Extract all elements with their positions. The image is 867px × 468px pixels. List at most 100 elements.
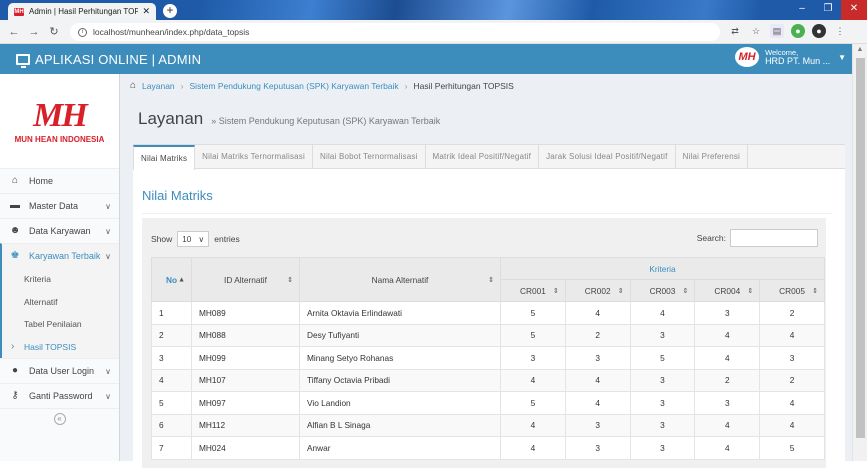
sidebar-item-data-karyawan[interactable]: ☻ Data Karyawan ∨: [0, 218, 119, 243]
cell-cr005: 5: [759, 436, 825, 460]
star-icon[interactable]: ☆: [749, 24, 763, 38]
page-subtitle: » Sistem Pendukung Keputusan (SPK) Karya…: [211, 116, 441, 126]
browser-tab-bar: MH Admin | Hasil Perhitungan TOPSIS ✕ + …: [0, 0, 867, 20]
scroll-up-icon[interactable]: ▲: [853, 44, 867, 56]
app-title: APLIKASI ONLINE | ADMIN: [35, 51, 202, 67]
tab-matrik-ideal[interactable]: Matrik Ideal Positif/Negatif: [426, 145, 540, 168]
cell-cr003: 3: [629, 368, 696, 392]
header-label: CR005: [779, 285, 805, 296]
table-row: 2 MH088 Desy Tufiyanti 5 2 3 4 4: [151, 323, 825, 347]
search-input[interactable]: [730, 229, 818, 247]
pdf-extension-icon[interactable]: ▤: [770, 24, 784, 38]
breadcrumb-separator: ›: [180, 80, 184, 91]
submenu-item-hasil-topsis[interactable]: Hasil TOPSIS: [0, 335, 119, 358]
header-label: No: [165, 274, 178, 285]
cell-cr002: 4: [564, 368, 631, 392]
header-label: CR004: [714, 285, 741, 296]
entries-value: 10: [182, 234, 192, 244]
browser-tab[interactable]: MH Admin | Hasil Perhitungan TOPSIS ✕: [8, 3, 156, 20]
folder-icon: ▬: [10, 200, 20, 211]
submenu-item-kriteria[interactable]: Kriteria: [0, 268, 119, 291]
sidebar-collapse[interactable]: «: [0, 408, 119, 428]
cell-cr001: 3: [500, 346, 566, 370]
monitor-icon: [16, 53, 30, 68]
sidebar-item-karyawan-terbaik[interactable]: ♚ Karyawan Terbaik ∨: [0, 243, 119, 268]
submenu-item-tabel-penilaian[interactable]: Tabel Penilaian: [0, 313, 119, 336]
sort-asc-icon: ▲: [178, 276, 185, 283]
chevron-down-icon: ∨: [198, 234, 205, 244]
column-header-criterion[interactable]: CR005 ⇕: [759, 279, 825, 302]
chevron-down-icon: ∨: [105, 366, 111, 376]
sidebar-item-label: Karyawan Terbaik: [29, 251, 101, 261]
user-name: HRD PT. Mun ...: [765, 56, 831, 66]
sidebar-item-master-data[interactable]: ▬ Master Data ∨: [0, 193, 119, 218]
tab-title: Admin | Hasil Perhitungan TOPSIS: [29, 7, 139, 16]
back-icon[interactable]: ←: [4, 26, 24, 38]
collapse-icon[interactable]: «: [53, 412, 66, 425]
page-scrollbar[interactable]: ▲: [852, 44, 867, 461]
breadcrumb-link-layanan[interactable]: Layanan: [142, 81, 175, 91]
breadcrumb-link-spk[interactable]: Sistem Pendukung Keputusan (SPK) Karyawa…: [190, 81, 399, 91]
scroll-thumb[interactable]: [856, 58, 865, 438]
forward-icon[interactable]: →: [24, 26, 44, 38]
cell-cr003: 3: [629, 436, 696, 460]
cell-id: MH088: [191, 323, 300, 347]
cell-cr004: 3: [694, 391, 761, 415]
tab-nilai-bobot-ternormalisasi[interactable]: Nilai Bobot Ternormalisasi: [313, 145, 426, 168]
column-header-criterion[interactable]: CR001 ⇕: [500, 279, 566, 302]
datatable-wrapper: Show 10 ∨ entries Search: No ▲ ID Altern…: [142, 218, 826, 468]
maximize-icon[interactable]: ❐: [815, 0, 841, 20]
cell-cr001: 5: [500, 323, 566, 347]
tab-jarak-solusi-ideal[interactable]: Jarak Solusi Ideal Positif/Negatif: [539, 145, 676, 168]
column-header-criterion[interactable]: CR004 ⇕: [694, 279, 761, 302]
table-row: 4 MH107 Tiffany Octavia Pribadi 4 4 3 2 2: [151, 368, 825, 392]
submenu: Kriteria Alternatif Tabel Penilaian Hasi…: [0, 268, 119, 358]
reload-icon[interactable]: ↻: [44, 25, 64, 38]
tab-box: Nilai Matriks Nilai Matriks Ternormalisa…: [133, 144, 845, 468]
cell-cr004: 4: [694, 346, 761, 370]
tab-nilai-preferensi[interactable]: Nilai Preferensi: [676, 145, 749, 168]
page-title: Layanan: [138, 109, 204, 128]
logo-name: MUN HEAN INDONESIA: [14, 134, 105, 144]
user-menu[interactable]: MH Welcome, HRD PT. Mun ... ▼: [735, 47, 846, 67]
chevron-down-icon: ∨: [105, 201, 111, 211]
menu-dots-icon[interactable]: ⋮: [833, 24, 847, 38]
cell-id: MH107: [191, 368, 300, 392]
cell-name: Alfian B L Sinaga: [299, 413, 501, 437]
column-header-name[interactable]: Nama Alternatif ⇕: [299, 257, 501, 302]
cell-cr002: 2: [564, 323, 631, 347]
company-logo: MH MUN HEAN INDONESIA: [0, 74, 119, 168]
translate-icon[interactable]: ⇄: [728, 24, 742, 38]
entries-label: entries: [214, 234, 240, 244]
profile-avatar-icon[interactable]: ●: [812, 24, 826, 38]
column-header-criterion[interactable]: CR003 ⇕: [629, 279, 696, 302]
sort-icon: ⇕: [287, 276, 293, 284]
close-tab-icon[interactable]: ✕: [142, 6, 150, 17]
sidebar-item-ganti-password[interactable]: ⚷ Ganti Password ∨: [0, 383, 119, 408]
table-row: 5 MH097 Vio Landion 5 4 3 3 4: [151, 391, 825, 415]
entries-select[interactable]: 10 ∨: [177, 231, 210, 247]
close-window-icon[interactable]: ✕: [841, 0, 867, 20]
show-label: Show: [151, 234, 173, 244]
cell-cr001: 4: [500, 368, 566, 392]
tab-nilai-matriks-ternormalisasi[interactable]: Nilai Matriks Ternormalisasi: [195, 145, 313, 168]
column-header-no[interactable]: No ▲: [151, 257, 192, 302]
sidebar-item-home[interactable]: ⌂ Home: [0, 168, 119, 193]
cell-cr005: 2: [759, 368, 825, 392]
info-icon[interactable]: i: [78, 27, 87, 37]
tab-list: Nilai Matriks Nilai Matriks Ternormalisa…: [133, 145, 845, 170]
new-tab-button[interactable]: +: [163, 4, 177, 18]
cell-cr001: 5: [500, 391, 566, 415]
cell-cr004: 4: [694, 323, 761, 347]
column-header-id[interactable]: ID Alternatif ⇕: [191, 257, 300, 302]
cell-cr002: 3: [564, 413, 631, 437]
column-header-criterion[interactable]: CR002 ⇕: [564, 279, 631, 302]
submenu-item-alternatif[interactable]: Alternatif: [0, 290, 119, 313]
minimize-icon[interactable]: –: [789, 0, 815, 20]
cell-no: 3: [151, 346, 192, 370]
sidebar-item-data-user-login[interactable]: ● Data User Login ∨: [0, 358, 119, 383]
url-field[interactable]: i localhost/munhean/index.php/data_topsi…: [70, 23, 720, 41]
tab-nilai-matriks[interactable]: Nilai Matriks: [133, 145, 196, 170]
green-extension-icon[interactable]: ●: [791, 24, 805, 38]
chevron-down-icon: ∨: [105, 391, 111, 401]
